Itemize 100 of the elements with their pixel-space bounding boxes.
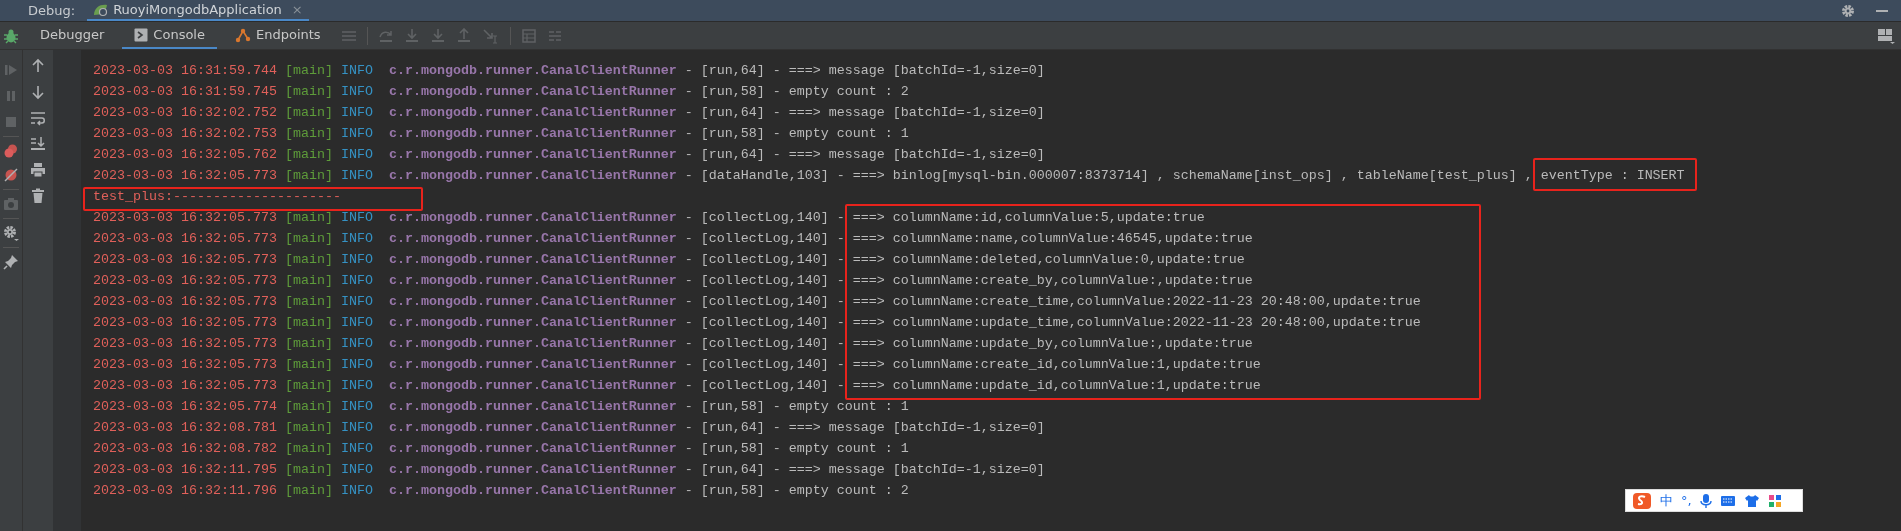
logger-name: c.r.mongodb.runner.CanalClientRunner: [388, 210, 677, 225]
log-timestamp: 2023-03-03 16:32:05.762: [93, 147, 277, 162]
log-message: - [run,64] - ===> message [batchId=-1,size=0]: [684, 462, 1045, 477]
log-level: INFO: [340, 126, 373, 141]
log-message: - [run,64] - ===> message [batchId=-1,size=0]: [684, 420, 1045, 435]
log-thread: [main]: [284, 147, 333, 162]
log-thread: [main]: [284, 273, 333, 288]
log-level: INFO: [340, 357, 373, 372]
log-level: INFO: [340, 105, 373, 120]
log-thread: [main]: [284, 336, 333, 351]
log-timestamp: 2023-03-03 16:32:05.773: [93, 336, 277, 351]
log-timestamp: 2023-03-03 16:32:05.773: [93, 231, 277, 246]
log-timestamp: 2023-03-03 16:32:11.796: [93, 483, 277, 498]
log-level: INFO: [340, 315, 373, 330]
log-thread: [main]: [284, 483, 333, 498]
log-message: - [collectLog,140] - ===> columnName:update_id,columnValue:1,update:true: [684, 378, 1261, 393]
input-mode-toggle[interactable]: 中: [1660, 491, 1673, 510]
log-level: INFO: [340, 294, 373, 309]
log-message: - [collectLog,140] - ===> columnName:id,columnValue:5,update:true: [684, 210, 1205, 225]
log-thread: [main]: [284, 420, 333, 435]
logger-name: c.r.mongodb.runner.CanalClientRunner: [388, 84, 677, 99]
log-level: INFO: [340, 210, 373, 225]
log-level: INFO: [340, 252, 373, 267]
log-message: - [run,64] - ===> message [batchId=-1,size=0]: [684, 63, 1045, 78]
logger-name: c.r.mongodb.runner.CanalClientRunner: [388, 462, 677, 477]
log-thread: [main]: [284, 168, 333, 183]
log-message: - [collectLog,140] - ===> columnName:deleted,columnValue:0,update:true: [684, 252, 1245, 267]
logger-name: c.r.mongodb.runner.CanalClientRunner: [388, 420, 677, 435]
log-thread: [main]: [284, 210, 333, 225]
log-timestamp: 2023-03-03 16:31:59.745: [93, 84, 277, 99]
log-thread: [main]: [284, 441, 333, 456]
log-message: - [collectLog,140] - ===> columnName:create_time,columnValue:2022-11-23 20:48:00,update:true: [684, 294, 1421, 309]
log-level: INFO: [340, 147, 373, 162]
log-timestamp: 2023-03-03 16:32:05.773: [93, 357, 277, 372]
log-thread: [main]: [284, 315, 333, 330]
log-level: INFO: [340, 483, 373, 498]
log-message: - [collectLog,140] - ===> columnName:update_time,columnValue:2022-11-23 20:48:00,update:true: [684, 315, 1421, 330]
log-thread: [main]: [284, 462, 333, 477]
console-output: test_plus:---------------------: [93, 189, 341, 204]
log-thread: [main]: [284, 294, 333, 309]
log-level: INFO: [340, 273, 373, 288]
log-level: INFO: [340, 420, 373, 435]
logger-name: c.r.mongodb.runner.CanalClientRunner: [388, 336, 677, 351]
logger-name: c.r.mongodb.runner.CanalClientRunner: [388, 357, 677, 372]
log-timestamp: 2023-03-03 16:32:05.773: [93, 315, 277, 330]
log-message: - [run,58] - empty count : 2: [684, 483, 909, 498]
log-timestamp: 2023-03-03 16:32:08.781: [93, 420, 277, 435]
log-level: INFO: [340, 168, 373, 183]
log-thread: [main]: [284, 252, 333, 267]
log-message: - [run,64] - ===> message [batchId=-1,size=0]: [684, 147, 1045, 162]
log-thread: [main]: [284, 126, 333, 141]
log-message: - [collectLog,140] - ===> columnName:create_id,columnValue:1,update:true: [684, 357, 1261, 372]
log-message: - [run,58] - empty count : 1: [684, 399, 909, 414]
toolbar-tab[interactable]: Debugger: [28, 22, 117, 49]
log-level: INFO: [340, 84, 373, 99]
log-thread: [main]: [284, 231, 333, 246]
log-thread: [main]: [284, 63, 333, 78]
log-timestamp: 2023-03-03 16:32:08.782: [93, 441, 277, 456]
logger-name: c.r.mongodb.runner.CanalClientRunner: [388, 63, 677, 78]
log-thread: [main]: [284, 378, 333, 393]
log-thread: [main]: [284, 357, 333, 372]
log-timestamp: 2023-03-03 16:32:02.753: [93, 126, 277, 141]
logger-name: c.r.mongodb.runner.CanalClientRunner: [388, 441, 677, 456]
log-level: INFO: [340, 399, 373, 414]
logger-name: c.r.mongodb.runner.CanalClientRunner: [388, 399, 677, 414]
log-level: INFO: [340, 231, 373, 246]
log-thread: [main]: [284, 105, 333, 120]
log-timestamp: 2023-03-03 16:32:05.773: [93, 210, 277, 225]
log-timestamp: 2023-03-03 16:32:05.773: [93, 168, 277, 183]
log-level: INFO: [340, 441, 373, 456]
logger-name: c.r.mongodb.runner.CanalClientRunner: [388, 294, 677, 309]
logger-name: c.r.mongodb.runner.CanalClientRunner: [388, 105, 677, 120]
log-level: INFO: [340, 63, 373, 78]
logger-name: c.r.mongodb.runner.CanalClientRunner: [388, 315, 677, 330]
log-timestamp: 2023-03-03 16:32:05.773: [93, 294, 277, 309]
toolbar-tab[interactable]: Endpoints: [222, 22, 333, 49]
log-message: - [run,58] - empty count : 2: [684, 84, 909, 99]
logger-name: c.r.mongodb.runner.CanalClientRunner: [388, 252, 677, 267]
log-timestamp: 2023-03-03 16:32:05.774: [93, 399, 277, 414]
log-timestamp: 2023-03-03 16:32:05.773: [93, 252, 277, 267]
log-timestamp: 2023-03-03 16:32:05.773: [93, 273, 277, 288]
log-message: - [run,58] - empty count : 1: [684, 441, 909, 456]
log-timestamp: 2023-03-03 16:32:11.795: [93, 462, 277, 477]
log-thread: [main]: [284, 399, 333, 414]
log-level: INFO: [340, 336, 373, 351]
logger-name: c.r.mongodb.runner.CanalClientRunner: [388, 231, 677, 246]
logger-name: c.r.mongodb.runner.CanalClientRunner: [388, 483, 677, 498]
logger-name: c.r.mongodb.runner.CanalClientRunner: [388, 273, 677, 288]
log-level: INFO: [340, 378, 373, 393]
log-message: - [collectLog,140] - ===> columnName:update_by,columnValue:,update:true: [684, 336, 1253, 351]
log-message: - [collectLog,140] - ===> columnName:create_by,columnValue:,update:true: [684, 273, 1253, 288]
panel-label: Debug:: [27, 2, 77, 20]
toolbar-tab[interactable]: Console: [122, 22, 217, 49]
punctuation-toggle[interactable]: °,: [1681, 493, 1692, 508]
log-timestamp: 2023-03-03 16:32:02.752: [93, 105, 277, 120]
log-message: - [run,58] - empty count : 1: [684, 126, 909, 141]
logger-name: c.r.mongodb.runner.CanalClientRunner: [388, 147, 677, 162]
log-level: INFO: [340, 462, 373, 477]
log-thread: [main]: [284, 84, 333, 99]
logger-name: c.r.mongodb.runner.CanalClientRunner: [388, 168, 677, 183]
